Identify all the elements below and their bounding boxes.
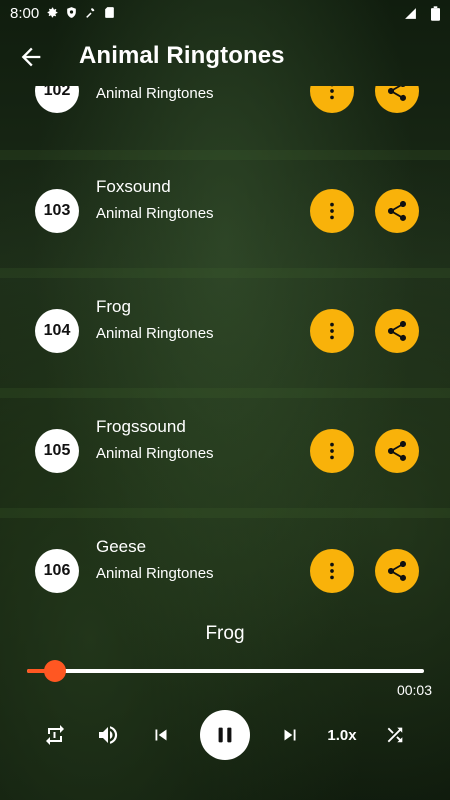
- share-icon: [388, 561, 406, 581]
- item-subtitle: Animal Ringtones: [96, 205, 214, 222]
- item-name: Foxsound: [96, 177, 171, 196]
- tools-icon: [84, 6, 97, 19]
- item-name: Geese: [96, 537, 147, 556]
- status-bar: 8:00: [0, 0, 450, 28]
- page-title: Animal Ringtones: [79, 42, 285, 69]
- more-options-button[interactable]: [310, 189, 354, 233]
- signal-icon: [404, 7, 417, 25]
- item-number: 106: [35, 549, 79, 593]
- share-button[interactable]: [375, 86, 419, 113]
- speed-button[interactable]: 1.0x: [322, 712, 362, 758]
- item-number: 105: [35, 429, 79, 473]
- more-options-button[interactable]: [310, 429, 354, 473]
- skip-previous-icon: [155, 729, 167, 741]
- share-icon: [388, 201, 406, 221]
- repeat-button[interactable]: [40, 712, 70, 758]
- pause-icon: [218, 727, 232, 743]
- next-button[interactable]: [275, 712, 305, 758]
- shield-icon: [65, 6, 78, 19]
- app-bar: Animal Ringtones: [0, 28, 450, 86]
- pause-button[interactable]: [200, 710, 250, 760]
- ringtone-list: 102 Animal Ringtones 103 Foxsound Animal…: [0, 86, 450, 606]
- share-button[interactable]: [375, 189, 419, 233]
- repeat-icon: [46, 725, 64, 745]
- more-vert-icon: [330, 202, 334, 220]
- item-subtitle: Animal Ringtones: [96, 445, 214, 462]
- shuffle-icon: [387, 727, 403, 743]
- volume-icon: [99, 726, 118, 744]
- battery-icon: [431, 6, 440, 26]
- list-item[interactable]: 106 Geese Animal Ringtones: [0, 537, 450, 606]
- share-button[interactable]: [375, 309, 419, 353]
- back-arrow-icon[interactable]: [17, 43, 45, 71]
- skip-next-icon: [284, 729, 296, 741]
- player-panel: Frog 00:03 1.0x: [0, 606, 450, 800]
- more-options-button[interactable]: [310, 549, 354, 593]
- share-button[interactable]: [375, 429, 419, 473]
- item-subtitle: Animal Ringtones: [96, 325, 214, 342]
- item-name: Frog: [96, 297, 131, 316]
- volume-button[interactable]: [93, 712, 123, 758]
- now-playing-title: Frog: [205, 623, 245, 644]
- status-time: 8:00: [10, 5, 40, 22]
- item-number: 104: [35, 309, 79, 353]
- more-options-button[interactable]: [310, 309, 354, 353]
- elapsed-time: 00:03: [396, 682, 432, 698]
- seek-thumb[interactable]: [43, 660, 66, 682]
- settings-icon: [46, 6, 59, 19]
- item-name: Frogssound: [96, 417, 186, 436]
- share-icon: [388, 86, 406, 101]
- item-number: 103: [35, 189, 79, 233]
- item-number: 102: [35, 86, 79, 113]
- share-icon: [388, 441, 406, 461]
- more-options-button[interactable]: [310, 86, 354, 113]
- previous-button[interactable]: [146, 712, 176, 758]
- share-button[interactable]: [375, 549, 419, 593]
- seek-bar[interactable]: [27, 669, 424, 673]
- more-vert-icon: [330, 86, 334, 100]
- more-vert-icon: [330, 322, 334, 340]
- more-vert-icon: [330, 442, 334, 460]
- shuffle-button[interactable]: [380, 712, 410, 758]
- more-vert-icon: [330, 562, 334, 580]
- item-subtitle: Animal Ringtones: [96, 86, 214, 102]
- item-subtitle: Animal Ringtones: [96, 565, 214, 582]
- share-icon: [388, 321, 406, 341]
- sd-card-icon: [103, 6, 116, 19]
